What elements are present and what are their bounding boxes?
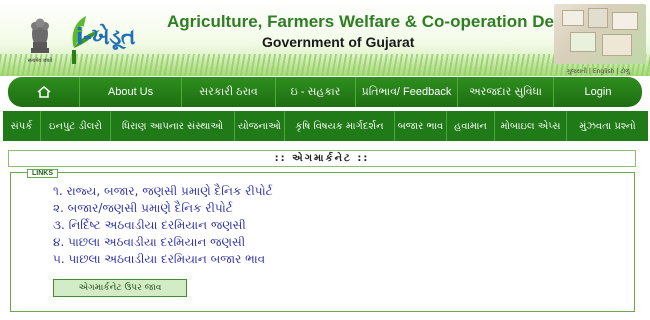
go-to-agmarknet-button[interactable]: એગમાર્કનેટ ઉપર જાવ xyxy=(53,279,187,297)
list-item[interactable]: ૫. પાછલા અઠવાડીયા દરમિયાન બજાર ભાવ xyxy=(53,251,273,268)
section-title: :: એગમાર્કનેટ :: xyxy=(274,153,370,164)
emblem-caption: सत्यमेव जयते xyxy=(27,58,53,64)
subnav-weather[interactable]: હવામાન xyxy=(447,111,495,141)
nav-feedback[interactable]: પ્રતિભાવ/ Feedback xyxy=(356,77,458,107)
nav-applicant-facility[interactable]: અરજદાર સુવિધા xyxy=(458,77,554,107)
links-legend: LINKS xyxy=(27,169,58,178)
link-specified-week-commodity[interactable]: ૩. નિર્દિષ્ટ અઠવાડીયા દરમિયાન જણસી xyxy=(53,218,246,232)
links-fieldset: LINKS ૧. રાજ્ય, બજાર, જણસી પ્રમાણે દૈનિક… xyxy=(10,169,635,312)
nav-about-us[interactable]: About Us xyxy=(80,77,182,107)
government-title: Government of Gujarat xyxy=(262,34,415,50)
subnav-faq[interactable]: મુંઝવતા પ્રશ્નો xyxy=(567,111,648,141)
subnav-mobile-apps[interactable]: મોબાઇલ એપ્સ xyxy=(495,111,567,141)
list-item[interactable]: ૪. પાછલા અઠવાડીયા દરમિયાન જણસી xyxy=(53,234,273,251)
subnav-agri-guidance[interactable]: કૃષિ વિષયક માર્ગદર્શન xyxy=(285,111,395,141)
subnav-input-dealers[interactable]: ઇનપુટ ડીલરો xyxy=(41,111,111,141)
home-icon xyxy=(37,86,50,98)
subnav-contact[interactable]: સંપર્ક xyxy=(3,111,41,141)
subnav-lending-institutions[interactable]: ધિરાણ આપનાર સંસ્થાઓ xyxy=(111,111,235,141)
header-photo-collage xyxy=(554,4,646,64)
subnav-market-price[interactable]: બજાર ભાવ xyxy=(395,111,447,141)
subnav-schemes[interactable]: યોજનાઓ xyxy=(235,111,285,141)
link-last-week-commodity[interactable]: ૪. પાછલા અઠવાડીયા દરમિયાન જણસી xyxy=(53,235,245,249)
nav-home[interactable] xyxy=(8,77,80,107)
logo-text: i-ખેડૂત xyxy=(76,25,135,50)
list-item[interactable]: ૩. નિર્દિષ્ટ અઠવાડીયા દરમિયાન જણસી xyxy=(53,217,273,234)
state-emblem-icon xyxy=(31,18,49,53)
section-title-bar: :: એગમાર્કનેટ :: xyxy=(8,150,636,167)
link-state-market-commodity-daily-report[interactable]: ૧. રાજ્ય, બજાર, જણસી પ્રમાણે દૈનિક રીપોર… xyxy=(53,184,273,198)
secondary-nav: સંપર્ક ઇનપુટ ડીલરો ધિરાણ આપનાર સંસ્થાઓ ય… xyxy=(3,111,648,141)
language-links[interactable]: ગુજરાતી | English | ટોળું xyxy=(567,68,630,76)
nav-e-sahakar[interactable]: ઇ - સહકાર xyxy=(276,77,356,107)
site-header: सत्यमेव जयते i-ખેડૂત Agriculture, Farmer… xyxy=(0,0,650,76)
links-list: ૧. રાજ્ય, બજાર, જણસી પ્રમાણે દૈનિક રીપોર… xyxy=(53,183,273,268)
nav-login[interactable]: Login xyxy=(554,77,642,107)
primary-nav: About Us સરકારી ઠરાવ ઇ - સહકાર પ્રતિભાવ/… xyxy=(8,77,642,107)
list-item[interactable]: ૧. રાજ્ય, બજાર, જણસી પ્રમાણે દૈનિક રીપોર… xyxy=(53,183,273,200)
link-last-week-market-price[interactable]: ૫. પાછલા અઠવાડીયા દરમિયાન બજાર ભાવ xyxy=(53,252,265,266)
list-item[interactable]: ૨. બજાર/જણસી પ્રમાણે દૈનિક રીપોર્ટ xyxy=(53,200,273,217)
link-market-commodity-daily-report[interactable]: ૨. બજાર/જણસી પ્રમાણે દૈનિક રીપોર્ટ xyxy=(53,201,233,215)
nav-government-resolution[interactable]: સરકારી ઠરાવ xyxy=(182,77,276,107)
